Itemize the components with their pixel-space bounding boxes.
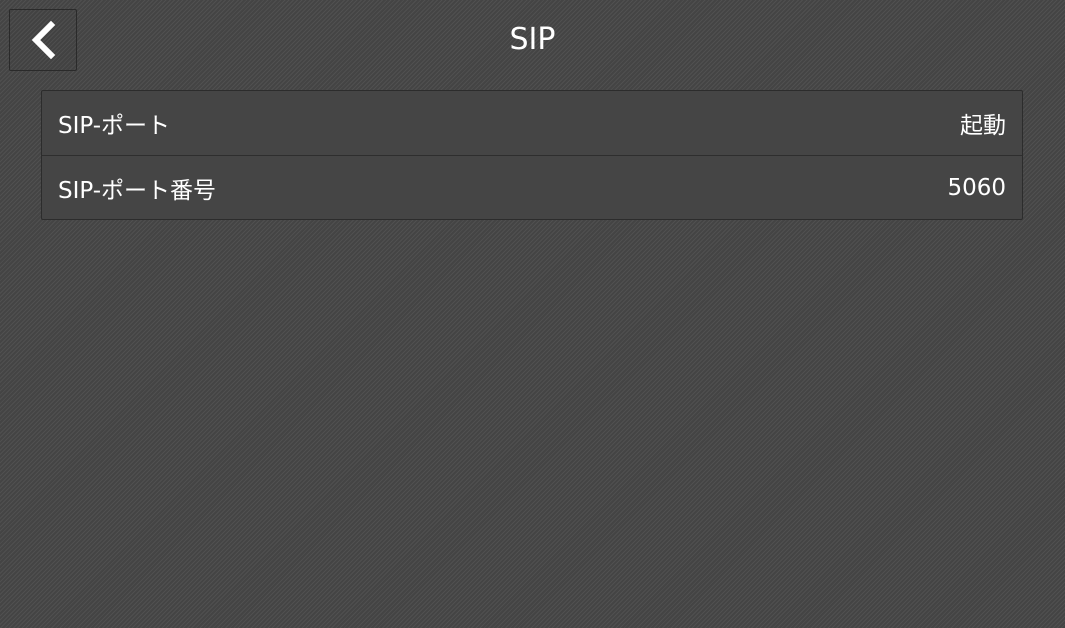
setting-label: SIP-ポート bbox=[58, 113, 171, 139]
setting-value: 5060 bbox=[947, 174, 1006, 201]
page-title: SIP bbox=[509, 22, 556, 57]
setting-row-sip-port[interactable]: SIP-ポート 起動 bbox=[42, 91, 1022, 155]
setting-label: SIP-ポート番号 bbox=[58, 177, 217, 204]
setting-value: 起動 bbox=[960, 113, 1006, 139]
settings-list: SIP-ポート 起動 SIP-ポート番号 5060 bbox=[41, 90, 1023, 220]
setting-row-sip-port-number[interactable]: SIP-ポート番号 5060 bbox=[42, 155, 1022, 219]
